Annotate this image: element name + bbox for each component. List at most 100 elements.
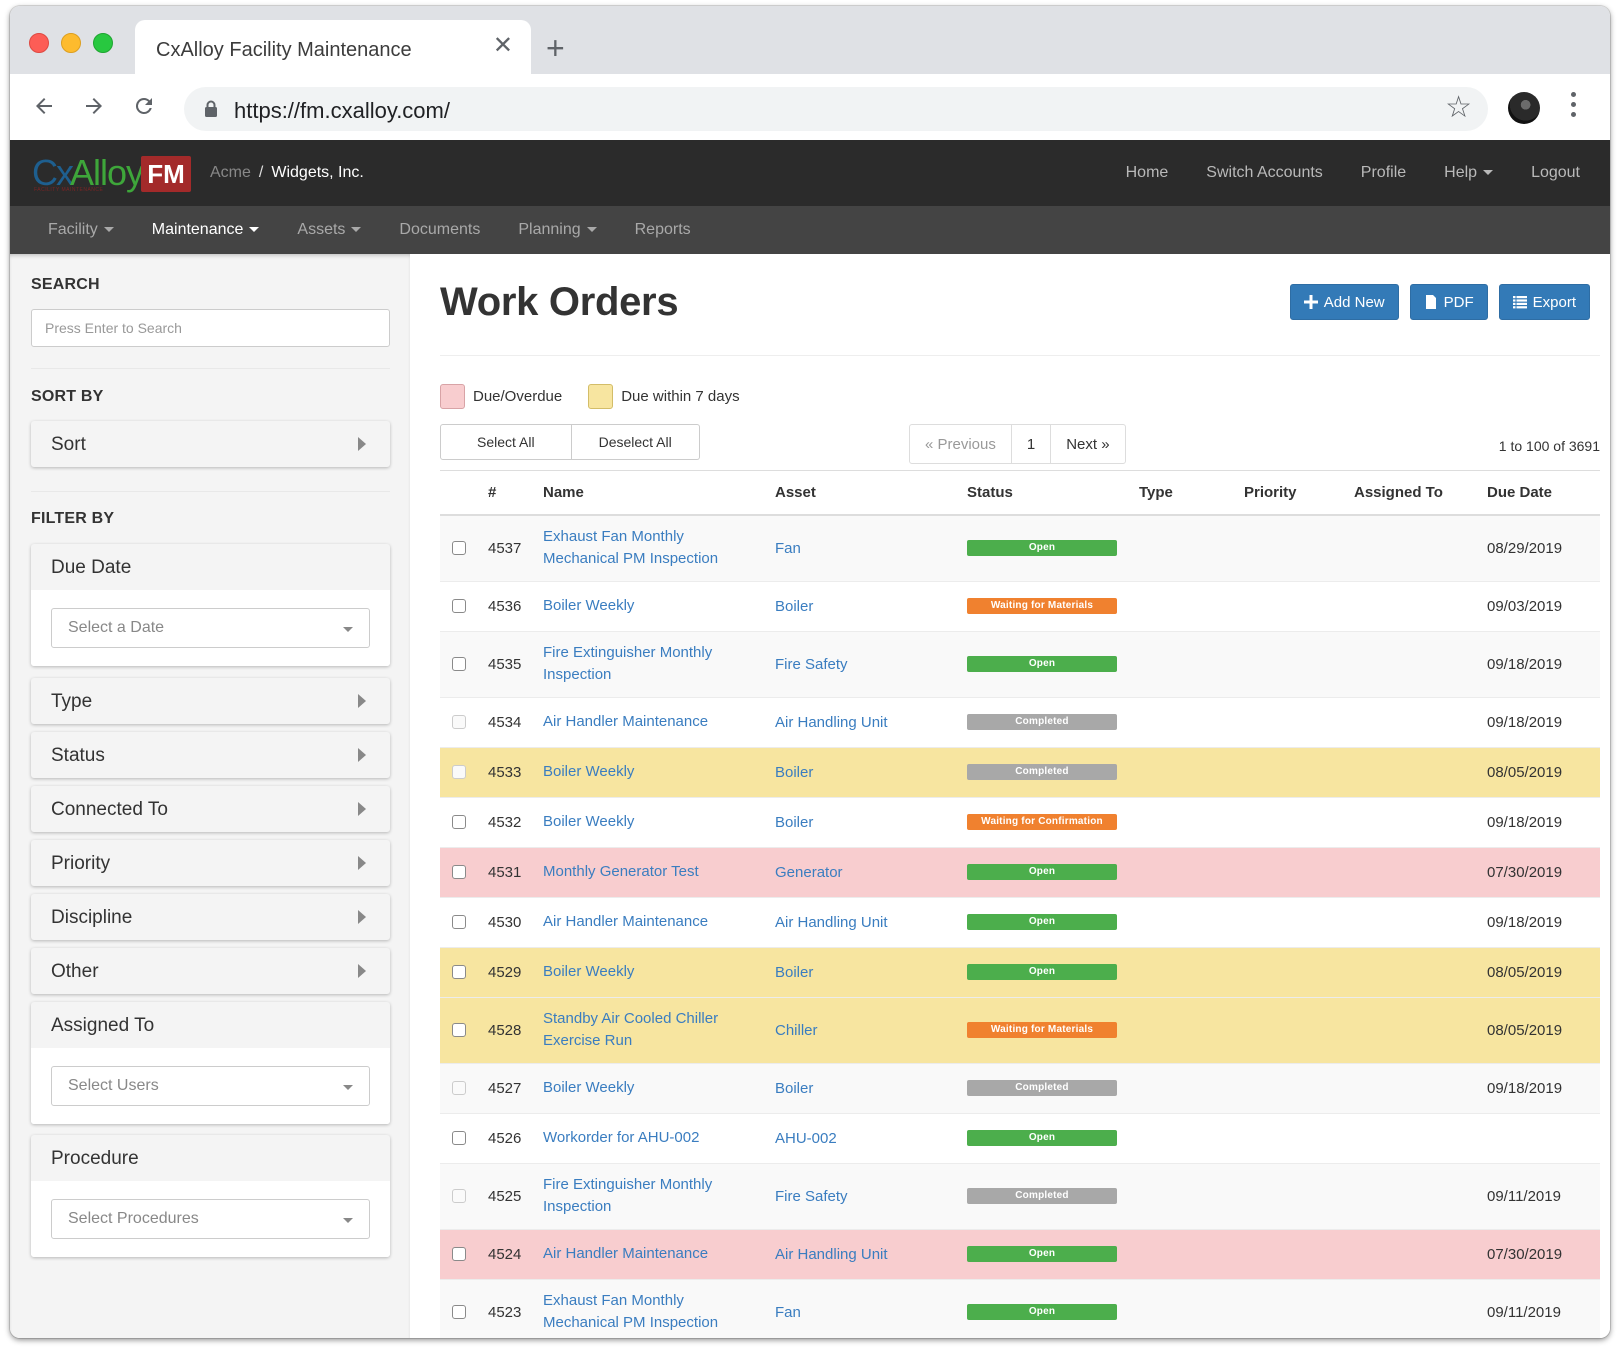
filter-priority[interactable]: Priority: [31, 840, 390, 886]
search-input[interactable]: [31, 309, 390, 347]
work-order-name-link[interactable]: Boiler Weekly: [543, 813, 634, 830]
column-header-assigned-to[interactable]: Assigned To: [1346, 471, 1479, 516]
asset-link[interactable]: Fan: [775, 1304, 801, 1321]
work-order-name-link[interactable]: Boiler Weekly: [543, 597, 634, 614]
filter-status[interactable]: Status: [31, 732, 390, 778]
next-page-button[interactable]: Next »: [1050, 424, 1126, 464]
row-checkbox[interactable]: [452, 715, 466, 729]
asset-link[interactable]: AHU-002: [775, 1130, 837, 1147]
profile-link[interactable]: Profile: [1361, 164, 1406, 182]
asset-link[interactable]: Boiler: [775, 1080, 813, 1097]
help-menu[interactable]: Help: [1444, 164, 1494, 182]
previous-page-button[interactable]: « Previous: [909, 424, 1012, 464]
breadcrumb-project[interactable]: Widgets, Inc.: [271, 164, 363, 181]
forward-button[interactable]: [76, 88, 112, 124]
asset-link[interactable]: Fan: [775, 540, 801, 557]
logout-link[interactable]: Logout: [1531, 164, 1580, 182]
work-order-name-link[interactable]: Exhaust Fan Monthly Mechanical PM Inspec…: [543, 528, 718, 567]
column-header-name[interactable]: Name: [535, 471, 767, 516]
profile-avatar[interactable]: [1508, 92, 1540, 124]
work-order-name-link[interactable]: Exhaust Fan Monthly Mechanical PM Inspec…: [543, 1292, 718, 1331]
deselect-all-button[interactable]: Deselect All: [571, 424, 700, 460]
export-button[interactable]: Export: [1498, 284, 1590, 320]
close-tab-icon[interactable]: ✕: [493, 34, 513, 58]
row-checkbox[interactable]: [452, 965, 466, 979]
asset-link[interactable]: Boiler: [775, 598, 813, 615]
asset-link[interactable]: Air Handling Unit: [775, 1246, 888, 1263]
pdf-button[interactable]: PDF: [1409, 284, 1488, 320]
browser-tab[interactable]: CxAlloy Facility Maintenance ✕: [135, 20, 531, 76]
row-checkbox[interactable]: [452, 1247, 466, 1261]
row-checkbox[interactable]: [452, 541, 466, 556]
filter-type[interactable]: Type: [31, 678, 390, 724]
row-select-cell: [440, 1228, 480, 1279]
asset-link[interactable]: Boiler: [775, 964, 813, 981]
asset-link[interactable]: Fire Safety: [775, 656, 848, 673]
work-order-name-link[interactable]: Boiler Weekly: [543, 763, 634, 780]
work-order-name-link[interactable]: Air Handler Maintenance: [543, 713, 708, 730]
work-order-name-link[interactable]: Air Handler Maintenance: [543, 913, 708, 930]
assigned-to-select[interactable]: Select Users: [51, 1066, 370, 1106]
filter-other[interactable]: Other: [31, 948, 390, 994]
sort-panel[interactable]: Sort: [31, 421, 390, 467]
asset-link[interactable]: Boiler: [775, 764, 813, 781]
bookmark-star-icon[interactable]: ☆: [1445, 93, 1472, 123]
row-checkbox[interactable]: [452, 599, 466, 613]
column-header-number[interactable]: #: [480, 471, 535, 516]
due-date-select[interactable]: Select a Date: [51, 608, 370, 648]
nav-item-maintenance[interactable]: Maintenance: [152, 221, 260, 239]
nav-item-assets[interactable]: Assets: [297, 221, 362, 239]
breadcrumb-account[interactable]: Acme: [210, 164, 251, 181]
asset-link[interactable]: Air Handling Unit: [775, 914, 888, 931]
address-bar[interactable]: https://fm.cxalloy.com/ ☆: [184, 87, 1488, 131]
work-order-name-link[interactable]: Fire Extinguisher Monthly Inspection: [543, 644, 712, 683]
reload-button[interactable]: [126, 88, 162, 124]
row-checkbox[interactable]: [452, 865, 466, 879]
row-checkbox[interactable]: [452, 765, 466, 779]
asset-link[interactable]: Generator: [775, 864, 843, 881]
close-window-button[interactable]: [29, 33, 49, 53]
asset-link[interactable]: Boiler: [775, 814, 813, 831]
switch-accounts-link[interactable]: Switch Accounts: [1206, 164, 1323, 182]
row-checkbox[interactable]: [452, 1081, 466, 1095]
row-checkbox[interactable]: [452, 1189, 466, 1203]
column-header-type[interactable]: Type: [1131, 471, 1236, 516]
row-checkbox[interactable]: [452, 1131, 466, 1145]
minimize-window-button[interactable]: [61, 33, 81, 53]
work-order-name-link[interactable]: Standby Air Cooled Chiller Exercise Run: [543, 1010, 718, 1049]
nav-item-facility[interactable]: Facility: [48, 221, 114, 239]
column-header-priority[interactable]: Priority: [1236, 471, 1346, 516]
asset-link[interactable]: Air Handling Unit: [775, 714, 888, 731]
asset-link[interactable]: Chiller: [775, 1022, 818, 1039]
row-checkbox[interactable]: [452, 915, 466, 929]
row-checkbox[interactable]: [452, 1305, 466, 1320]
back-button[interactable]: [26, 88, 62, 124]
work-order-name-link[interactable]: Fire Extinguisher Monthly Inspection: [543, 1176, 712, 1215]
page-1-button[interactable]: 1: [1010, 424, 1052, 464]
work-order-name-link[interactable]: Air Handler Maintenance: [543, 1245, 708, 1262]
column-header-asset[interactable]: Asset: [767, 471, 959, 516]
column-header-due-date[interactable]: Due Date: [1479, 471, 1600, 516]
work-order-name-link[interactable]: Monthly Generator Test: [543, 863, 699, 880]
select-all-button[interactable]: Select All: [440, 424, 572, 460]
filter-discipline[interactable]: Discipline: [31, 894, 390, 940]
work-order-name-link[interactable]: Boiler Weekly: [543, 963, 634, 980]
new-tab-icon[interactable]: +: [546, 32, 565, 64]
maximize-window-button[interactable]: [93, 33, 113, 53]
home-link[interactable]: Home: [1126, 164, 1169, 182]
browser-menu-icon[interactable]: [1570, 92, 1576, 122]
add-new-button[interactable]: Add New: [1289, 284, 1399, 320]
row-checkbox[interactable]: [452, 657, 466, 671]
row-checkbox[interactable]: [452, 815, 466, 829]
row-checkbox[interactable]: [452, 1023, 466, 1037]
asset-link[interactable]: Fire Safety: [775, 1188, 848, 1205]
nav-item-reports[interactable]: Reports: [635, 221, 691, 239]
column-header-status[interactable]: Status: [959, 471, 1131, 516]
nav-item-planning[interactable]: Planning: [518, 221, 597, 239]
work-order-name-link[interactable]: Boiler Weekly: [543, 1079, 634, 1096]
nav-item-documents[interactable]: Documents: [399, 221, 480, 239]
work-order-name-link[interactable]: Workorder for AHU-002: [543, 1129, 699, 1146]
filter-connected-to[interactable]: Connected To: [31, 786, 390, 832]
cxalloy-fm-logo[interactable]: Cx Alloy FACILITY MAINTENANCE FM: [32, 152, 192, 196]
procedure-select[interactable]: Select Procedures: [51, 1199, 370, 1239]
